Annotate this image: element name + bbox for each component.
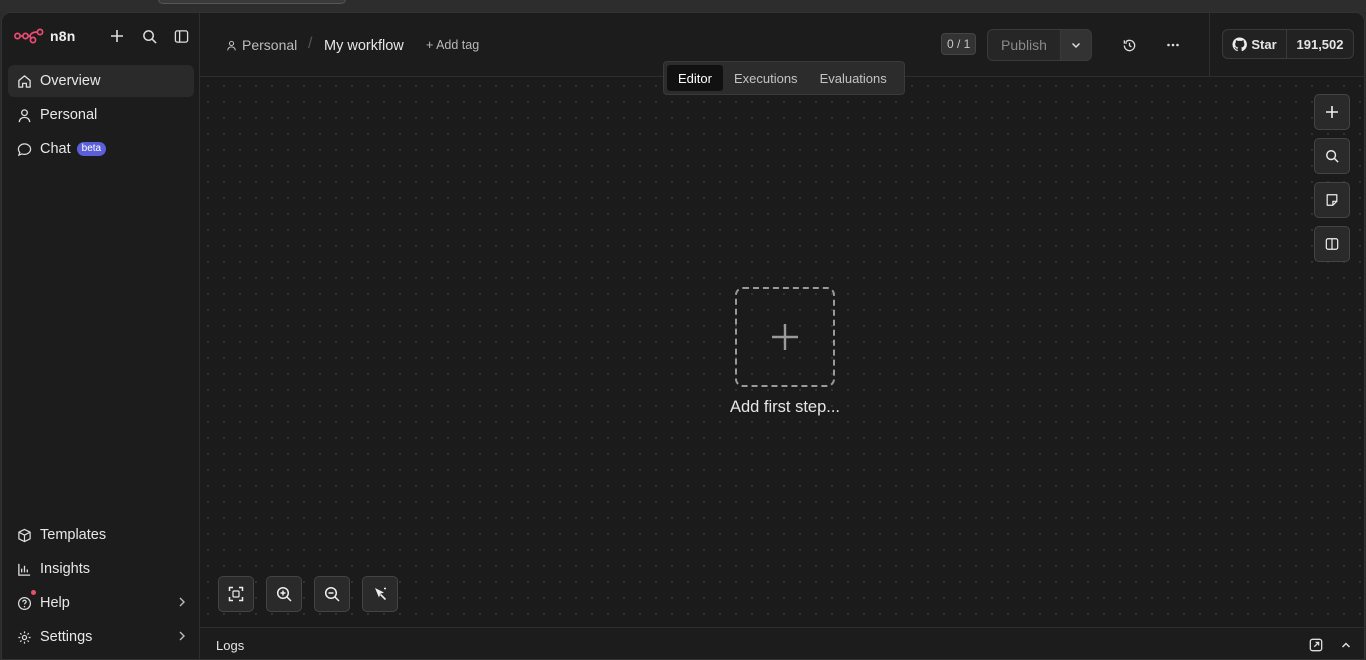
sidebar: n8n Overview Personal Chat beta Template…	[2, 13, 200, 659]
sidebar-item-overview[interactable]: Overview	[8, 65, 194, 97]
chat-icon	[16, 141, 32, 157]
home-icon	[16, 73, 32, 89]
bar-chart-icon	[16, 561, 32, 577]
sidebar-item-insights[interactable]: Insights	[8, 553, 194, 585]
app-logo[interactable]: n8n	[14, 25, 76, 47]
sidebar-item-label: Settings	[40, 629, 93, 645]
chevron-right-icon	[176, 596, 188, 612]
sidebar-item-personal[interactable]: Personal	[8, 99, 194, 131]
plus-icon	[772, 324, 798, 350]
breadcrumb-project-label: Personal	[242, 37, 298, 53]
search-icon	[142, 29, 157, 44]
app-name: n8n	[50, 28, 76, 44]
plus-icon	[1326, 106, 1338, 118]
tab-executions[interactable]: Executions	[723, 65, 809, 91]
add-first-step-button[interactable]	[735, 287, 835, 387]
user-icon	[227, 40, 236, 50]
sidebar-item-settings[interactable]: Settings	[8, 621, 194, 653]
add-node-button[interactable]	[1314, 94, 1350, 130]
panel-icon	[1325, 238, 1339, 250]
zoom-in-icon	[276, 586, 292, 602]
publish-button[interactable]: Publish	[987, 29, 1061, 61]
workflow-canvas[interactable]: Add first step...	[200, 78, 1364, 627]
tidy-up-button[interactable]	[362, 576, 398, 612]
more-options-button[interactable]	[1162, 34, 1184, 56]
zoom-out-button[interactable]	[314, 576, 350, 612]
sidebar-item-label: Help	[40, 595, 70, 611]
notification-dot	[31, 590, 36, 595]
popout-icon	[1309, 638, 1323, 652]
search-button[interactable]	[138, 25, 160, 47]
sidebar-item-chat[interactable]: Chat beta	[8, 133, 194, 165]
gear-icon	[16, 629, 32, 645]
history-button[interactable]	[1118, 34, 1140, 56]
github-star-count[interactable]: 191,502	[1287, 30, 1353, 58]
history-icon	[1123, 39, 1135, 51]
n8n-logo-icon	[14, 28, 44, 44]
zoom-out-icon	[324, 586, 340, 602]
github-star-button[interactable]: Star	[1223, 30, 1287, 58]
browser-top-strip	[0, 0, 1366, 12]
sticky-note-button[interactable]	[1314, 182, 1350, 218]
sidebar-item-label: Insights	[40, 561, 90, 577]
add-tag-button[interactable]: + Add tag	[426, 38, 479, 52]
logs-bar[interactable]: Logs	[200, 627, 1364, 659]
sticky-note-icon	[1326, 194, 1338, 206]
chevron-down-icon	[1071, 42, 1081, 49]
tab-evaluations[interactable]: Evaluations	[809, 65, 898, 91]
expand-logs-button[interactable]	[1338, 637, 1354, 653]
github-star-widget: Star 191,502	[1222, 29, 1354, 59]
version-counter: 0 / 1	[941, 33, 977, 55]
fit-view-icon	[228, 586, 244, 602]
breadcrumb-project[interactable]: Personal	[226, 37, 297, 53]
ellipsis-icon	[1167, 43, 1179, 47]
sidebar-item-label: Chat	[40, 141, 71, 157]
canvas-right-toolbar	[1314, 94, 1350, 270]
search-nodes-button[interactable]	[1314, 138, 1350, 174]
github-star-label: Star	[1251, 36, 1277, 52]
user-icon	[16, 107, 32, 123]
box-icon	[16, 527, 32, 543]
zoom-in-button[interactable]	[266, 576, 302, 612]
workflow-title[interactable]: My workflow	[324, 38, 404, 54]
toggle-panel-button[interactable]	[1314, 226, 1350, 262]
sidebar-item-label: Personal	[40, 107, 98, 123]
create-button[interactable]	[106, 25, 128, 47]
fit-view-button[interactable]	[218, 576, 254, 612]
search-icon	[1326, 150, 1339, 163]
chevron-up-icon	[1341, 642, 1351, 648]
sidebar-item-label: Templates	[40, 527, 107, 543]
popout-logs-button[interactable]	[1308, 637, 1324, 653]
collapse-sidebar-button[interactable]	[170, 25, 192, 47]
chevron-right-icon	[176, 630, 188, 646]
wand-icon	[375, 587, 387, 601]
mode-tabs: Editor Executions Evaluations	[663, 61, 905, 95]
sidebar-item-templates[interactable]: Templates	[8, 519, 194, 551]
sidebar-item-label: Overview	[40, 73, 101, 89]
beta-badge: beta	[76, 142, 107, 156]
github-icon	[1232, 36, 1248, 51]
breadcrumb-separator: /	[308, 35, 313, 52]
sidebar-item-help[interactable]: Help	[8, 587, 194, 619]
publish-dropdown-button[interactable]	[1060, 29, 1092, 61]
help-icon	[16, 595, 32, 611]
canvas-zoom-toolbar	[218, 576, 410, 612]
app-window: n8n Overview Personal Chat beta Template…	[1, 12, 1365, 660]
tab-editor[interactable]: Editor	[667, 65, 723, 91]
sidebar-toggle-icon	[174, 29, 188, 43]
header-divider	[1209, 13, 1210, 77]
add-first-step-label: Add first step...	[729, 398, 841, 416]
logs-label: Logs	[216, 638, 245, 653]
browser-tab[interactable]	[158, 0, 346, 4]
plus-icon	[111, 30, 123, 42]
